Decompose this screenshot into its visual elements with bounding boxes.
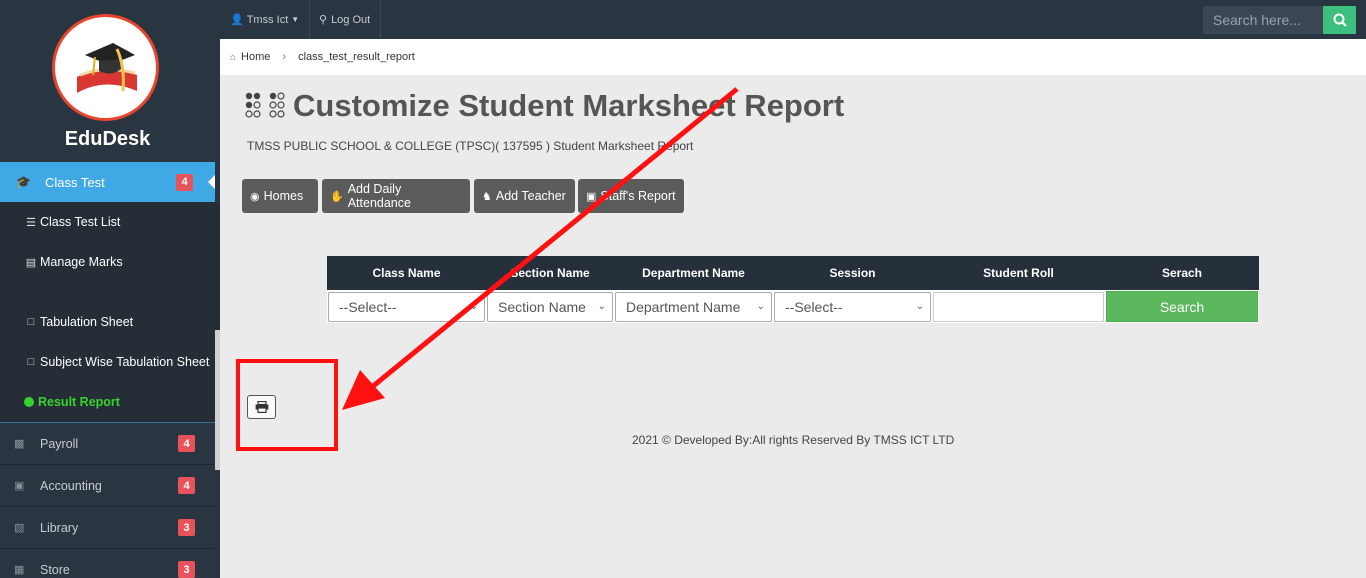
sidebar-item-class-test-list[interactable]: ☰ Class Test List	[0, 202, 220, 242]
table-row: --Select-- ⌄ Section Name ⌄ Department Nam…	[327, 290, 1259, 323]
select-value: --Select--	[339, 298, 397, 315]
search-submit-button[interactable]: Search	[1106, 291, 1258, 322]
search-icon	[1333, 13, 1347, 27]
logout-label: Log Out	[331, 13, 371, 26]
department-name-select[interactable]: Department Name ⌄	[615, 291, 772, 322]
chevron-right-icon: ›	[282, 51, 287, 63]
sidebar-item-label: Result Report	[38, 395, 120, 409]
chevron-down-icon: ⌄	[756, 301, 765, 312]
sidebar-item-label: Subject Wise Tabulation Sheet	[40, 355, 210, 369]
sidebar-item-store[interactable]: ▦ Store 3	[0, 548, 215, 578]
search-button[interactable]	[1323, 6, 1356, 34]
sidebar-item-class-test[interactable]: 🎓 Class Test 4	[0, 162, 215, 202]
column-header: Serach	[1105, 256, 1259, 290]
column-header: Section Name	[486, 256, 614, 290]
top-bar: 👤 Tmss Ict ▼ ⚲ Log Out Search here...	[220, 0, 1366, 39]
sidebar-item-label: Tabulation Sheet	[40, 315, 134, 329]
staffs-report-button[interactable]: ▣ Staff's Report	[578, 179, 684, 213]
add-daily-attendance-button[interactable]: ✋ Add Daily Attendance	[322, 179, 470, 213]
annotation-box	[236, 359, 338, 451]
user-icon: ♞	[482, 190, 492, 203]
column-header: Department Name	[614, 256, 773, 290]
user-name: Tmss Ict	[246, 13, 289, 26]
chevron-down-icon: ⌄	[915, 301, 924, 312]
user-icon: 👤	[230, 14, 244, 26]
sidebar-item-label: Payroll	[40, 436, 79, 451]
count-badge: 4	[178, 435, 195, 452]
graduation-cap-icon: 🎓	[16, 175, 31, 189]
column-header: Class Name	[327, 256, 486, 290]
dashboard-icon: ◉	[250, 190, 260, 203]
page-title: Customize Student Marksheet Report	[293, 88, 845, 123]
hand-icon: ✋	[330, 190, 344, 203]
sidebar-item-payroll[interactable]: ▩ Payroll 4	[0, 422, 215, 464]
column-header: Session	[773, 256, 932, 290]
class-test-submenu: ☰ Class Test List ▤ Manage Marks □ Tabul…	[0, 202, 220, 422]
money-icon: ▩	[14, 438, 25, 450]
sidebar-item-library[interactable]: ▧ Library 3	[0, 506, 215, 548]
sidebar-item-label: Library	[40, 520, 79, 535]
select-value: Department Name	[626, 298, 741, 315]
class-name-select[interactable]: --Select-- ⌄	[328, 291, 485, 322]
count-badge: 4	[178, 477, 195, 494]
search-input[interactable]: Search here...	[1203, 6, 1323, 34]
select-value: --Select--	[785, 298, 843, 315]
key-icon: ⚲	[319, 14, 328, 26]
button-label: Add Daily Attendance	[347, 182, 411, 210]
sidebar-item-label: Class Test	[44, 174, 105, 190]
sidebar-item-subject-wise-tabulation[interactable]: □ Subject Wise Tabulation Sheet	[0, 342, 220, 382]
sidebar: EduDesk 🎓 Class Test 4 ☰ Class Test List…	[0, 0, 220, 578]
section-name-select[interactable]: Section Name ⌄	[487, 291, 613, 322]
session-select[interactable]: --Select-- ⌄	[774, 291, 931, 322]
braille-icon	[245, 92, 285, 118]
file-icon: □	[27, 356, 35, 368]
page-subtitle: TMSS PUBLIC SCHOOL & COLLEGE (TPSC)( 137…	[247, 139, 694, 153]
sidebar-item-manage-marks[interactable]: ▤ Manage Marks	[0, 242, 220, 282]
breadcrumb-home[interactable]: Home	[241, 51, 270, 63]
home-icon: ⌂	[230, 51, 237, 63]
table-header-row: Class Name Section Name Department Name …	[327, 256, 1259, 290]
sidebar-item-tabulation-sheet[interactable]: □ Tabulation Sheet	[0, 302, 220, 342]
file-icon: □	[27, 316, 35, 328]
chevron-down-icon: ⌄	[469, 301, 478, 312]
logout-link[interactable]: ⚲ Log Out	[309, 0, 382, 39]
user-menu[interactable]: 👤 Tmss Ict ▼	[220, 0, 311, 39]
sidebar-item-result-report[interactable]: Result Report	[0, 382, 220, 422]
sidebar-item-accounting[interactable]: ▣ Accounting 4	[0, 464, 215, 506]
select-value: Section Name	[498, 298, 586, 315]
book-icon: ▧	[14, 522, 25, 534]
count-badge: 3	[178, 519, 195, 536]
count-badge: 3	[178, 561, 195, 578]
store-icon: ▦	[14, 564, 25, 576]
breadcrumb-current: class_test_result_report	[298, 51, 415, 63]
sidebar-item-label: Manage Marks	[40, 255, 123, 269]
document-icon: ▤	[25, 256, 37, 269]
column-header: Student Roll	[932, 256, 1105, 290]
footer-text: 2021 © Developed By:All rights Reserved …	[632, 433, 955, 447]
count-badge: 4	[176, 173, 193, 191]
school-logo	[52, 14, 159, 121]
button-label: Staff's Report	[600, 189, 676, 203]
sidebar-item-label: Store	[40, 562, 70, 577]
add-teacher-button[interactable]: ♞ Add Teacher	[474, 179, 575, 213]
briefcase-icon: ▣	[14, 480, 25, 492]
breadcrumb: ⌂ Home › class_test_result_report	[220, 39, 1366, 75]
homes-button[interactable]: ◉ Homes	[242, 179, 318, 213]
chevron-down-icon: ⌄	[597, 301, 606, 312]
student-roll-input[interactable]	[933, 291, 1104, 322]
dot-icon	[24, 397, 34, 407]
sidebar-item-label: Class Test List	[40, 215, 121, 229]
filter-table: Class Name Section Name Department Name …	[327, 256, 1259, 323]
brand-name: EduDesk	[64, 128, 151, 150]
logo-area: EduDesk	[0, 0, 220, 162]
id-card-icon: ▣	[586, 190, 597, 203]
sidebar-item-label: Accounting	[40, 478, 102, 493]
sidebar-scrollbar[interactable]	[215, 330, 220, 470]
caret-down-icon: ▼	[291, 15, 300, 24]
button-label: Homes	[263, 189, 304, 203]
list-icon: ☰	[26, 216, 36, 229]
button-label: Add Teacher	[495, 189, 566, 203]
